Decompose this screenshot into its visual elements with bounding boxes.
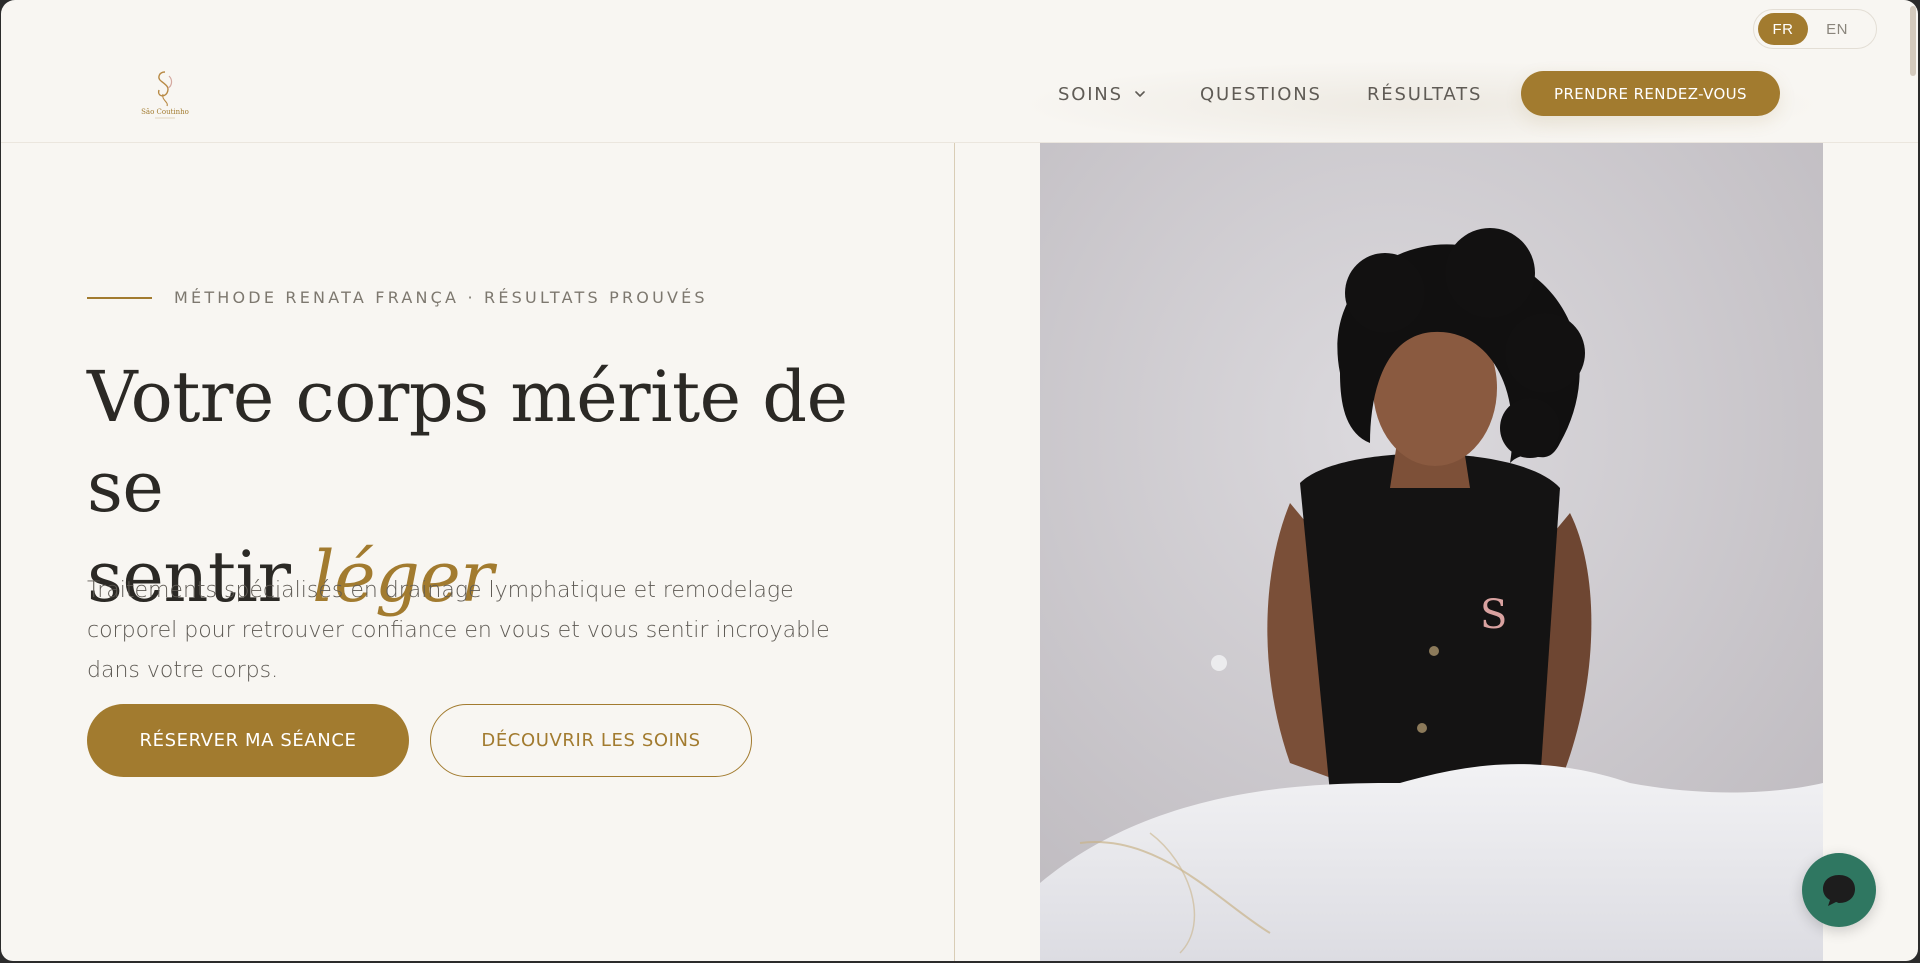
headline-line1: Votre corps mérite de se	[87, 356, 848, 528]
scrollbar[interactable]	[1907, 0, 1918, 961]
reserve-session-button[interactable]: RÉSERVER MA SÉANCE	[87, 704, 409, 777]
hero-photo: S	[1040, 143, 1823, 961]
hero-eyebrow: MÉTHODE RENATA FRANÇA · RÉSULTATS PROUVÉ…	[87, 288, 708, 307]
browser-window: Sâo Coutinho SOINS QUESTIONS RÉSULTATS P…	[1, 0, 1918, 961]
lang-fr-button[interactable]: FR	[1758, 13, 1808, 45]
nav-soins-label: SOINS	[1058, 83, 1123, 105]
therapist-photo-illustration: S	[1040, 143, 1823, 961]
lang-en-button[interactable]: EN	[1812, 13, 1862, 45]
nav-resultats[interactable]: RÉSULTATS	[1367, 76, 1482, 112]
eyebrow-text: MÉTHODE RENATA FRANÇA · RÉSULTATS PROUVÉ…	[174, 288, 708, 307]
logo[interactable]: Sâo Coutinho	[139, 66, 191, 122]
nav-resultats-label: RÉSULTATS	[1367, 83, 1483, 105]
chevron-down-icon	[1134, 91, 1145, 97]
chat-bubble-icon	[1823, 875, 1855, 906]
scroll-thumb[interactable]	[1910, 6, 1916, 76]
nav-questions[interactable]: QUESTIONS	[1200, 76, 1322, 112]
discover-treatments-button[interactable]: DÉCOUVRIR LES SOINS	[430, 704, 752, 777]
book-appointment-button[interactable]: PRENDRE RENDEZ-VOUS	[1521, 71, 1780, 116]
logo-text: Sâo Coutinho	[141, 108, 189, 116]
logo-icon: Sâo Coutinho	[141, 71, 189, 119]
site-header: Sâo Coutinho SOINS QUESTIONS RÉSULTATS P…	[1, 0, 1918, 150]
nav-questions-label: QUESTIONS	[1200, 83, 1322, 105]
chat-button[interactable]	[1802, 853, 1876, 927]
language-toggle: FR EN	[1753, 9, 1877, 49]
vertical-divider	[954, 143, 955, 961]
nav-soins[interactable]: SOINS	[1058, 76, 1147, 112]
svg-text:S: S	[1480, 592, 1507, 638]
hero-subtitle: Traitements spécialisés en drainage lymp…	[87, 578, 830, 683]
eyebrow-line	[87, 296, 152, 299]
